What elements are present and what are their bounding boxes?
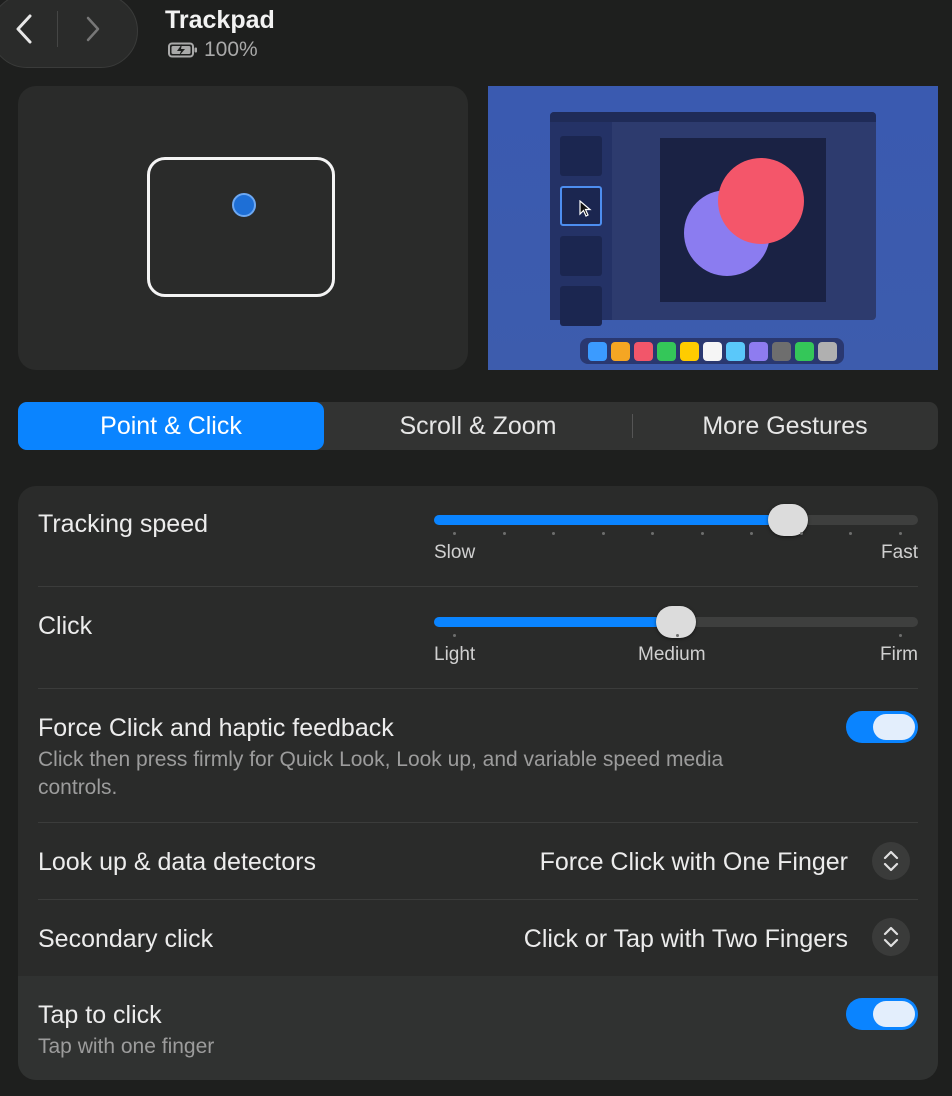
chevron-left-icon (16, 14, 32, 44)
slider-min-label: Slow (434, 542, 476, 563)
slider-tick (676, 634, 679, 637)
secondary-click-popup[interactable]: Click or Tap with Two Fingers (524, 925, 848, 954)
preview-thumbnail (560, 136, 602, 176)
preview-sidebar (550, 122, 612, 326)
preview-thumbnail (560, 286, 602, 326)
force-click-description: Click then press firmly for Quick Look, … (38, 748, 724, 799)
page-title: Trackpad (165, 6, 275, 34)
tab-bar: Point & Click Scroll & Zoom More Gesture… (18, 402, 938, 450)
tab-point-and-click[interactable]: Point & Click (18, 402, 324, 450)
toggle-knob (873, 1001, 915, 1027)
dock-app-icon (725, 341, 745, 361)
battery-percentage: 100% (204, 38, 258, 61)
red-circle (718, 158, 804, 244)
force-click-label: Force Click and haptic feedback (38, 714, 394, 742)
chevron-up-down-icon (883, 926, 899, 948)
slider-tick (453, 532, 456, 535)
click-pressure-slider[interactable] (434, 606, 918, 638)
slider-fill (434, 617, 676, 627)
look-up-label: Look up & data detectors (38, 848, 316, 876)
navigation-pill (0, 0, 138, 68)
slider-tick (799, 532, 803, 535)
slider-fill (434, 515, 789, 525)
dock-app-icon (794, 341, 814, 361)
row-separator (38, 899, 918, 900)
secondary-click-stepper[interactable] (872, 918, 910, 956)
look-up-popup[interactable]: Force Click with One Finger (540, 848, 848, 877)
tap-to-click-description: Tap with one finger (38, 1035, 215, 1058)
tab-more-gestures[interactable]: More Gestures (632, 402, 938, 450)
dock-app-icon (610, 341, 630, 361)
dock-app-icon (702, 341, 722, 361)
slider-tick (899, 532, 902, 535)
look-up-stepper[interactable] (872, 842, 910, 880)
chevron-right-icon (86, 16, 100, 42)
battery-status: 100% (168, 38, 258, 62)
cursor-icon (579, 200, 592, 217)
toggle-knob (873, 714, 915, 740)
dock-app-icon (771, 341, 791, 361)
slider-tick (552, 532, 556, 535)
force-click-toggle[interactable] (846, 711, 918, 743)
row-separator (38, 688, 918, 689)
tab-scroll-and-zoom[interactable]: Scroll & Zoom (324, 402, 632, 450)
nav-divider (57, 11, 58, 47)
preview-dock (580, 338, 844, 364)
preview-thumbnail (560, 236, 602, 276)
back-button[interactable] (5, 9, 45, 49)
chevron-up-down-icon (883, 850, 899, 872)
slider-tick (601, 532, 605, 535)
tap-to-click-toggle[interactable] (846, 998, 918, 1030)
slider-knob[interactable] (768, 504, 809, 536)
slider-tick (849, 532, 853, 535)
slider-tick (453, 634, 456, 637)
tap-to-click-label: Tap to click (38, 1001, 162, 1029)
click-label: Click (38, 612, 93, 640)
trackpad-outline (147, 157, 335, 297)
slider-tick (750, 532, 754, 535)
slider-tick (700, 532, 704, 535)
row-separator (38, 822, 918, 823)
forward-button[interactable] (73, 9, 113, 49)
settings-card: Tracking speed Slow Fast Click Light Med… (18, 486, 938, 1080)
slider-max-label: Fast (881, 542, 918, 563)
dock-app-icon (817, 341, 837, 361)
finger-dot (232, 193, 256, 217)
preview-thumbnail-selected (560, 186, 602, 226)
row-separator (38, 586, 918, 587)
screen-preview (488, 86, 938, 370)
slider-mid-label: Medium (638, 644, 706, 665)
trackpad-preview (18, 86, 468, 370)
slider-tick (651, 532, 655, 535)
tracking-speed-slider[interactable] (434, 504, 918, 536)
slider-tick (502, 532, 506, 535)
slider-min-label: Light (434, 644, 476, 665)
dock-app-icon (656, 341, 676, 361)
dock-app-icon (633, 341, 653, 361)
secondary-click-label: Secondary click (38, 925, 214, 953)
dock-app-icon (748, 341, 768, 361)
dock-app-icon (679, 341, 699, 361)
tracking-speed-label: Tracking speed (38, 510, 208, 538)
slider-max-label: Firm (880, 644, 918, 665)
dock-app-icon (587, 341, 607, 361)
preview-canvas (660, 138, 826, 302)
battery-charging-icon (168, 42, 197, 58)
preview-window (550, 112, 876, 326)
preview-window-titlebar (550, 112, 876, 122)
slider-tick (899, 634, 902, 637)
